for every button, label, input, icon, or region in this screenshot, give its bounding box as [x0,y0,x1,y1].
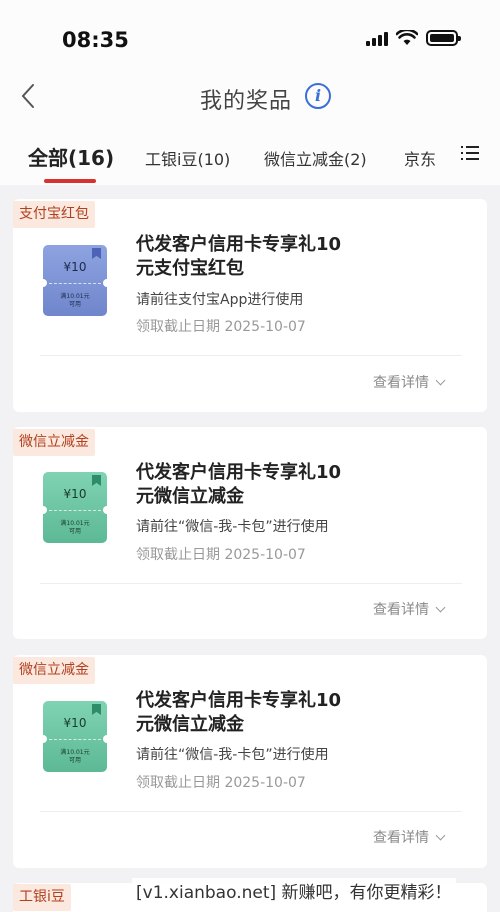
tab-wechat-discount[interactable]: 微信立减金(2) [264,146,367,170]
chevron-down-icon [435,375,446,386]
coupon-amount: ¥10 [63,260,87,274]
chevron-down-icon [435,830,446,841]
coupon-ticket-image: ¥10 满10.01元 可用 [39,701,111,772]
watermark-text: [v1.xianbao.net] 新赚吧，有你更精彩！ [132,878,456,903]
wifi-icon [396,30,418,45]
chevron-down-icon [435,602,446,613]
coupon-amount: ¥10 [63,487,87,501]
coupon-ticket-image: ¥10 满10.01元 可用 [39,472,111,543]
view-details-button[interactable]: 查看详情 [373,827,446,847]
bookmark-icon [92,704,101,715]
view-details-button[interactable]: 查看详情 [373,599,446,619]
prize-deadline: 领取截止日期 2025-10-07 [136,775,306,791]
prize-tag: 支付宝红包 [13,201,95,228]
status-time: 08:35 [62,28,129,52]
tab-icbc-beans[interactable]: 工银i豆(10) [145,146,230,170]
prize-tag: 微信立减金 [13,657,95,684]
list-menu-icon[interactable] [461,145,479,161]
prize-title: 代发客户信用卡专享礼10 元支付宝红包 [136,234,342,279]
page-title: 我的奖品 [200,89,293,114]
prize-deadline: 领取截止日期 2025-10-07 [136,319,306,335]
prize-tag: 工银i豆 [13,884,71,911]
coupon-ticket-image: ¥10 满10.01元 可用 [39,245,111,316]
coupon-condition: 满10.01元 可用 [60,749,90,764]
bookmark-icon [92,475,101,486]
prize-tag: 微信立减金 [13,429,95,456]
prize-title: 代发客户信用卡专享礼10 元微信立减金 [136,462,342,507]
info-icon[interactable]: i [305,83,331,109]
view-details-button[interactable]: 查看详情 [373,372,446,392]
active-tab-indicator [44,179,96,183]
prize-deadline: 领取截止日期 2025-10-07 [136,547,306,563]
battery-icon [426,30,461,46]
coupon-condition: 满10.01元 可用 [60,293,90,308]
divider [40,583,462,584]
chevron-left-icon[interactable] [16,82,40,110]
tab-all[interactable]: 全部(16) [28,142,114,171]
prize-title: 代发客户信用卡专享礼10 元微信立减金 [136,690,342,735]
bookmark-icon [92,248,101,259]
prize-description: 请前往“微信-我-卡包”进行使用 [136,747,329,763]
prize-description: 请前往“微信-我-卡包”进行使用 [136,519,329,535]
prize-description: 请前往支付宝App进行使用 [136,292,304,308]
signal-icon [366,30,388,46]
header-area: 08:35 我的奖品 i 全部(16) 工银i豆(10) 微信立减金(2) 京东 [0,0,500,185]
divider [40,355,462,356]
coupon-amount: ¥10 [63,716,87,730]
coupon-condition: 满10.01元 可用 [60,520,90,535]
divider [40,811,462,812]
status-icons [366,30,461,46]
tab-jd[interactable]: 京东 [404,146,436,170]
